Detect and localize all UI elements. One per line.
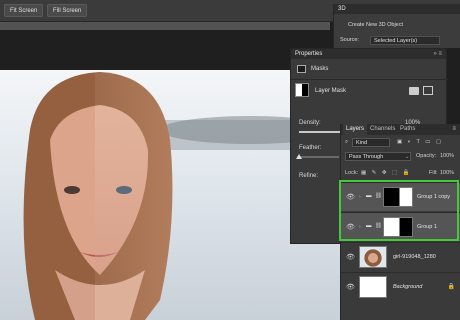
chevron-down-icon: ⌄ <box>405 154 410 160</box>
source-select[interactable]: Selected Layer(s) <box>370 36 440 45</box>
select-pixel-mask-icon[interactable] <box>409 87 419 95</box>
search-icon: ⌕ <box>345 139 349 145</box>
document-tab-bar <box>0 22 330 30</box>
layer-row-image[interactable]: 👁 girl-919048_1280 <box>341 242 460 271</box>
lock-icons[interactable]: ▦ ✎ ✥ ⬚ 🔒 <box>361 170 412 176</box>
refine-label: Refine: <box>299 173 319 179</box>
fill-value[interactable]: 100% <box>440 170 454 176</box>
panel-menu-icon[interactable]: ≡ <box>449 124 459 135</box>
kind-filter-select[interactable]: Kind <box>352 138 390 147</box>
source-label: Source: <box>340 37 359 43</box>
fill-screen-button[interactable]: Fill Screen <box>47 4 88 17</box>
masks-row: Masks <box>291 63 448 75</box>
layer-name[interactable]: Background <box>393 284 422 290</box>
layers-tabs: Layers Channels Paths ≡ <box>341 124 460 135</box>
masks-label: Masks <box>311 66 329 72</box>
divider <box>291 79 448 80</box>
create-3d-object-label[interactable]: Create New 3D Object <box>348 22 403 28</box>
feather-slider[interactable] <box>296 154 339 159</box>
background-layer-thumbnail[interactable] <box>359 276 387 298</box>
density-label: Density: <box>299 120 321 126</box>
visibility-eye-icon[interactable]: 👁 <box>346 253 355 261</box>
image-layer-thumbnail[interactable] <box>359 246 387 268</box>
feather-label: Feather: <box>299 145 322 151</box>
opacity-label: Opacity: <box>416 153 437 159</box>
panel-menu-icon[interactable]: » ≡ <box>433 49 442 59</box>
tab-channels[interactable]: Channels <box>367 124 398 135</box>
layer-mask-label: Layer Mask <box>315 88 347 94</box>
tab-paths[interactable]: Paths <box>397 124 418 135</box>
feather-knob[interactable] <box>296 154 302 159</box>
properties-title: Properties <box>291 49 446 59</box>
fill-label: Fill: <box>429 170 438 176</box>
filter-icons[interactable]: ▣ ◐ T ▭ ▢ <box>397 139 443 145</box>
visibility-eye-icon[interactable]: 👁 <box>346 283 355 291</box>
lock-icon: 🔒 <box>447 284 455 290</box>
layer-mask-thumbnail[interactable] <box>295 83 309 97</box>
add-vector-mask-icon[interactable] <box>423 86 433 95</box>
mask-icon <box>297 65 306 73</box>
opacity-value[interactable]: 100% <box>440 153 454 159</box>
layer-name[interactable]: girl-919048_1280 <box>393 254 436 260</box>
lock-label: Lock: <box>345 170 359 176</box>
tab-layers[interactable]: Layers <box>343 124 368 135</box>
blend-mode-select[interactable]: Pass Through <box>345 152 411 161</box>
selection-highlight <box>339 180 459 241</box>
fit-screen-button[interactable]: Fit Screen <box>4 4 44 17</box>
panel-3d: 3D Create New 3D Object Source: Selected… <box>333 4 460 48</box>
layer-row-background[interactable]: 👁 Background 🔒 <box>341 272 460 301</box>
panel-3d-title: 3D <box>334 4 460 14</box>
